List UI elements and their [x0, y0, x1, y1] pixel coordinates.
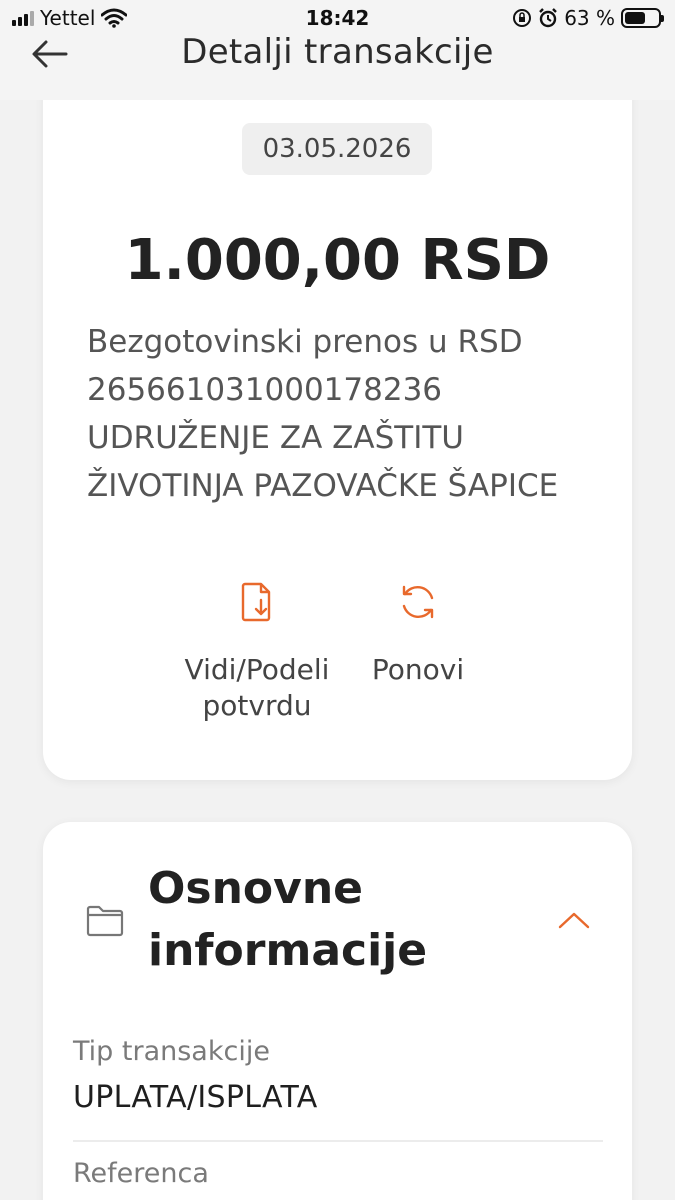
- action-label: Ponovi: [371, 653, 465, 686]
- document-download-icon: [241, 582, 271, 622]
- battery-icon: [621, 8, 664, 28]
- field-value-transaction-type: UPLATA/ISPLATA: [73, 1080, 318, 1115]
- section-title: Osnovne informacije: [148, 858, 508, 982]
- battery-percent: 63 %: [564, 6, 615, 30]
- description-line: ŽIVOTINJA PAZOVAČKE ŠAPICE: [87, 468, 559, 504]
- action-label: Vidi/Podeli potvrdu: [173, 652, 341, 724]
- basic-info-card: Osnovne informacije Tip transakcije UPLA…: [43, 822, 632, 1200]
- alarm-icon: [539, 8, 558, 28]
- folder-icon: [86, 905, 124, 937]
- header: Detalji transakcije: [0, 30, 675, 80]
- field-label-reference: Referenca: [73, 1158, 209, 1189]
- transaction-description: Bezgotovinski prenos u RSD 2656610310001…: [87, 318, 607, 510]
- transaction-card: 03.05.2026 1.000,00 RSD Bezgotovinski pr…: [43, 60, 632, 780]
- refresh-icon: [402, 585, 434, 619]
- action-label-line: potvrdu: [202, 689, 312, 722]
- transaction-amount: 1.000,00 RSD: [124, 228, 551, 293]
- divider: [73, 1140, 603, 1142]
- top-bar: Yettel 18:42 63 % Detalji transakcije: [0, 0, 675, 100]
- repeat-button[interactable]: Ponovi: [361, 580, 475, 688]
- page-title: Detalji transakcije: [181, 32, 494, 72]
- section-title-line: informacije: [148, 925, 428, 976]
- description-line: 265661031000178236: [87, 372, 443, 408]
- basic-info-header[interactable]: Osnovne informacije: [43, 822, 632, 1012]
- chevron-up-icon[interactable]: [557, 910, 591, 930]
- orientation-lock-icon: [513, 9, 532, 27]
- section-title-line: Osnovne: [148, 863, 363, 914]
- description-line: Bezgotovinski prenos u RSD: [87, 324, 523, 360]
- view-share-receipt-button[interactable]: Vidi/Podeli potvrdu: [173, 580, 341, 724]
- transaction-date: 03.05.2026: [242, 123, 432, 175]
- description-line: UDRUŽENJE ZA ZAŠTITU: [87, 420, 464, 456]
- field-label-transaction-type: Tip transakcije: [73, 1036, 270, 1067]
- action-label-line: Vidi/Podeli: [184, 653, 330, 686]
- status-right: 63 %: [512, 6, 664, 30]
